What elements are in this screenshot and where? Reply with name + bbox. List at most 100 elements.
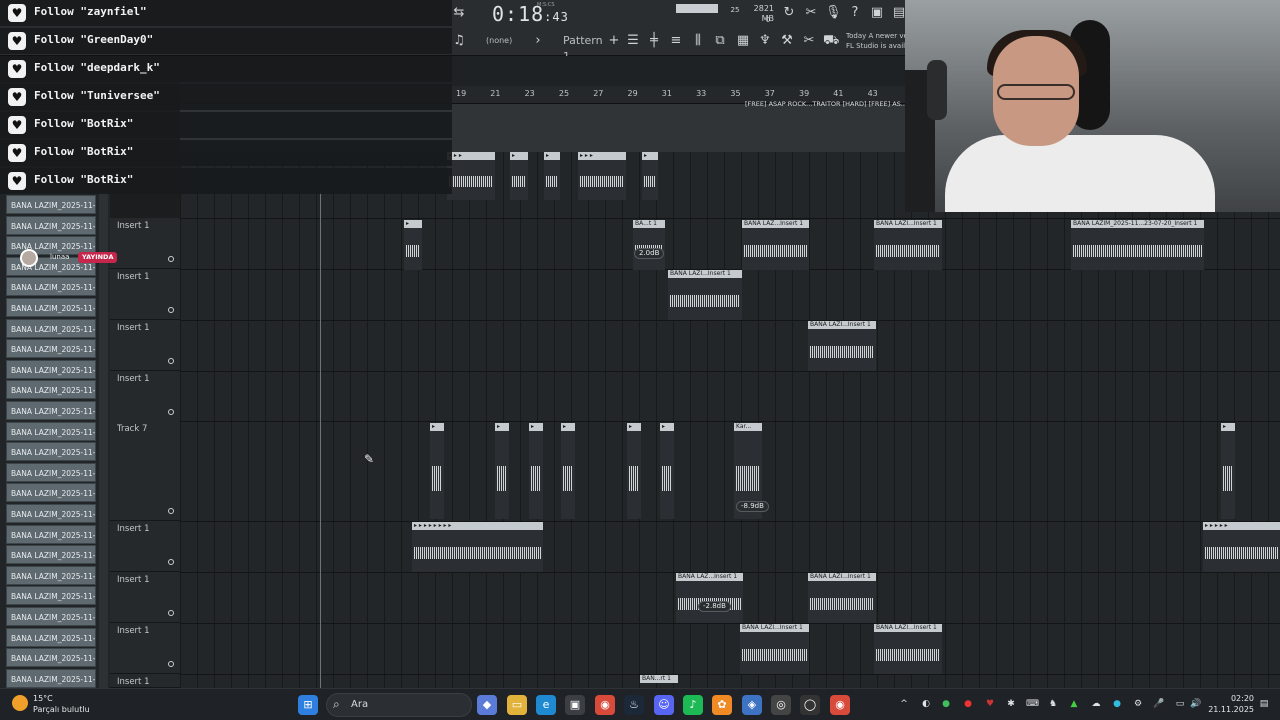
clip-gain-badge[interactable]: -8.9dB [736, 501, 769, 512]
track-led[interactable] [168, 358, 174, 364]
network-icon[interactable]: ▭ [1174, 698, 1186, 710]
audio-clip[interactable]: ▸ [544, 152, 560, 200]
weather-icon[interactable] [12, 695, 28, 711]
audio-clip[interactable]: BAN...rt 1 [640, 675, 678, 688]
track-list-item[interactable]: BANA LAZIM_2025-11-19... [6, 401, 96, 420]
audio-clip[interactable]: BANA LAZ...Insert 1 [676, 573, 743, 623]
track-list-item[interactable]: BANA LAZIM_2025-11-19... [6, 565, 96, 585]
audio-clip[interactable]: ▸ [510, 152, 528, 200]
audio-clip[interactable]: ▸ ▸ ▸ [447, 152, 495, 200]
song-time-display[interactable]: 0:18:43 [492, 2, 569, 26]
cut-icon[interactable]: ✂ [803, 5, 819, 21]
file-explorer-icon[interactable]: ▭ [507, 695, 527, 715]
app-icon[interactable]: ◯ [800, 695, 820, 715]
channel-rack-icon[interactable]: ≡ [668, 33, 684, 49]
audio-clip[interactable]: BANA LAZI...Insert 1 [808, 321, 876, 371]
track-list-item[interactable]: BANA LAZIM_2025-11-19... [6, 298, 96, 317]
audio-clip[interactable]: ▸ [660, 423, 674, 519]
track-header[interactable]: Insert 1 [110, 674, 180, 688]
track-led[interactable] [168, 508, 174, 514]
track-list-item[interactable]: BANA LAZIM_2025-11-19... [6, 359, 96, 379]
track-led[interactable] [168, 256, 174, 262]
track-list-item[interactable]: BANA LAZIM_2025-11-19... [6, 586, 96, 606]
app-icon[interactable]: ◈ [742, 695, 762, 715]
audio-clip[interactable]: ▸ [404, 220, 422, 270]
clipboard-icon[interactable]: ▦ [735, 33, 751, 49]
audio-clip[interactable]: ▸ [430, 423, 444, 519]
mixer-icon[interactable]: ⫼ [690, 33, 706, 49]
track-header[interactable]: Insert 1 [110, 521, 180, 572]
audio-clip[interactable]: ▸ [561, 423, 575, 519]
track-list-item[interactable]: BANA LAZIM_2025-11-19... [6, 215, 96, 235]
audio-clip[interactable]: BANA LAZ...Insert 1 [742, 220, 809, 270]
channel-filter[interactable]: (none) [486, 36, 512, 45]
chrome-icon[interactable]: ◉ [595, 695, 615, 715]
audio-clip[interactable]: BANA LAZI...Insert 1 [668, 270, 742, 320]
search-box[interactable]: ⌕ Ara [326, 693, 472, 717]
playlist-icon[interactable]: ☰ [625, 33, 641, 49]
track-header[interactable]: Insert 1 [110, 572, 180, 623]
audio-clip[interactable]: ▸ [495, 423, 509, 519]
track-led[interactable] [168, 409, 174, 415]
audio-clip[interactable]: ▸ [529, 423, 543, 519]
chevron-up-icon[interactable]: ^ [898, 698, 910, 710]
audio-clip[interactable]: ▸ [1221, 423, 1235, 519]
clip-gain-badge[interactable]: 2.0dB [634, 248, 665, 259]
track-list-item[interactable]: BANA LAZIM_2025-11-19... [6, 318, 96, 338]
weather-temp[interactable]: 15°C [33, 694, 53, 703]
tray-icon[interactable]: ✱ [1005, 698, 1017, 710]
audio-clip[interactable]: ▸ ▸ ▸ ▸ ▸ ▸ ▸ ▸ [412, 522, 543, 572]
refresh-icon[interactable]: ↻ [781, 5, 797, 21]
track-list-item[interactable]: BANA LAZIM_2025-11-19... [6, 421, 96, 441]
track-list-item[interactable]: BANA LAZIM_2025-11-19... [6, 524, 96, 544]
track-led[interactable] [168, 559, 174, 565]
cart-icon[interactable]: ⛟ [823, 33, 839, 49]
arrow-right-icon[interactable]: › [530, 33, 546, 49]
start-button[interactable]: ⊞ [298, 695, 318, 715]
piano-roll-icon[interactable]: ╪ [646, 33, 662, 49]
track-led[interactable] [168, 610, 174, 616]
browser-icon[interactable]: ⧉ [712, 33, 728, 49]
edge-icon[interactable]: e [536, 695, 556, 715]
copilot-icon[interactable]: ◆ [477, 695, 497, 715]
tray-icon[interactable]: ☁ [1090, 698, 1102, 710]
tray-icon[interactable]: ⚙ [1132, 698, 1144, 710]
discord-icon[interactable]: ☺ [654, 695, 674, 715]
playhead[interactable] [320, 192, 321, 688]
audio-clip[interactable]: BANA LAZIM_2025-11...23-07-20_Insert 1 [1071, 220, 1204, 270]
audio-clip[interactable]: ▸ ▸ ▸ [578, 152, 626, 200]
store-icon[interactable]: ▣ [565, 695, 585, 715]
tray-icon[interactable]: ◐ [920, 698, 932, 710]
audio-clip[interactable]: ▸ [642, 152, 658, 200]
track-header[interactable]: Insert 1 [110, 218, 180, 269]
audio-clip[interactable]: BANA LAZI...Insert 1 [874, 624, 942, 674]
track-list-item[interactable]: BANA LAZIM_2025-11-19... [6, 380, 96, 400]
audio-clip[interactable]: BANA LAZI...Insert 1 [740, 624, 809, 674]
track-header[interactable]: Track 7 [110, 421, 180, 521]
steam-icon[interactable]: ♨ [624, 695, 644, 715]
fl-studio-icon[interactable]: ✿ [712, 695, 732, 715]
track-list-item[interactable]: BANA LAZIM_2025-11-19... [6, 442, 96, 462]
tray-icon[interactable]: ♞ [1047, 698, 1059, 710]
notification-icon[interactable]: ▤ [1258, 698, 1270, 710]
add-pattern-icon[interactable]: + [606, 33, 622, 49]
tempo-tap-icon[interactable]: ⇆ [451, 5, 467, 21]
audio-clip[interactable]: ▸ [627, 423, 641, 519]
audio-clip[interactable]: ▸ ▸ ▸ ▸ ▸ [1203, 522, 1280, 572]
record-icon[interactable]: ● [962, 698, 974, 710]
weather-desc[interactable]: Parçalı bulutlu [33, 705, 90, 714]
news-panel[interactable]: Today A newer ve FL Studio is availa [846, 31, 906, 51]
help-icon[interactable]: ? [847, 5, 863, 21]
audio-clip[interactable]: BANA LAZI...Insert 1 [808, 573, 876, 623]
plugin-icon[interactable]: ♆ [757, 33, 773, 49]
tray-icon[interactable]: ⌨ [1026, 698, 1039, 710]
track-list-item[interactable]: BANA LAZIM_2025-11-19... [6, 627, 96, 647]
track-led[interactable] [168, 661, 174, 667]
track-list-item[interactable]: BANA LAZIM_2025-11-19... [6, 483, 96, 503]
track-list-item[interactable]: BANA LAZIM_2025-11-19... [6, 462, 96, 482]
track-header[interactable]: Insert 1 [110, 371, 180, 422]
tray-icon[interactable]: ● [940, 698, 952, 710]
tray-icon[interactable]: ♥ [984, 698, 996, 710]
track-list-item[interactable]: BANA LAZIM_2025-11-19... [6, 277, 96, 297]
track-header[interactable]: Insert 1 [110, 320, 180, 371]
